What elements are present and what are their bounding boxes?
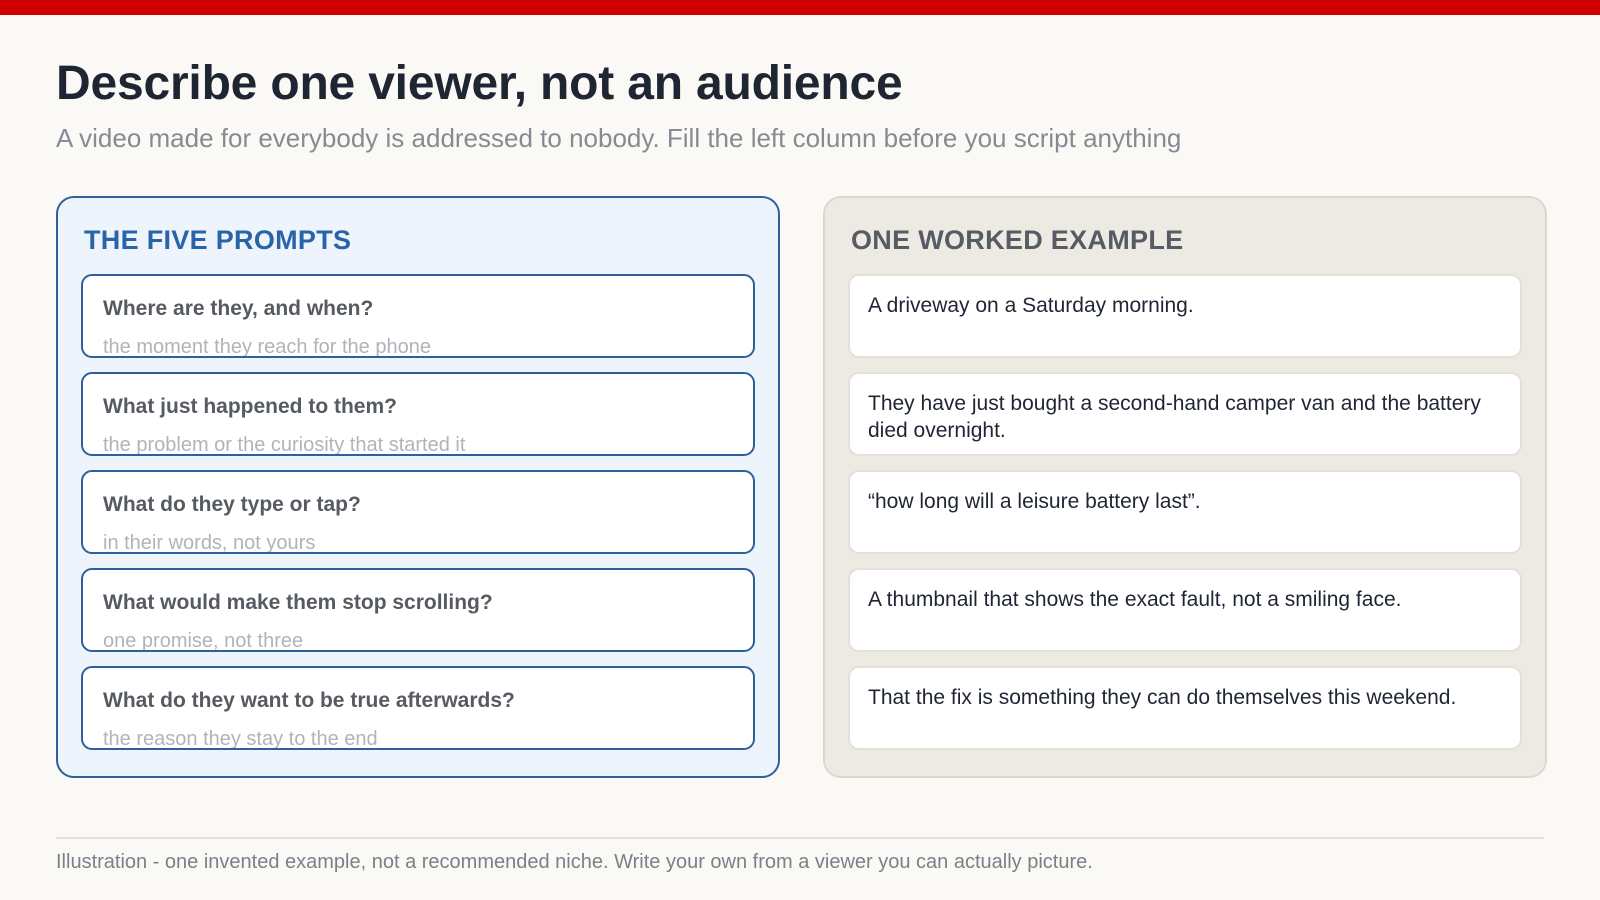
prompts-panel-heading: THE FIVE PROMPTS (84, 225, 352, 255)
footer-divider (56, 837, 1544, 839)
example-text: That the fix is something they can do th… (868, 686, 1457, 709)
example-text: They have just bought a second-hand camp… (868, 392, 1481, 442)
prompt-card: What would make them stop scrolling? one… (81, 568, 755, 652)
example-panel-heading: ONE WORKED EXAMPLE (851, 225, 1184, 255)
example-panel: ONE WORKED EXAMPLE A driveway on a Satur… (823, 196, 1547, 778)
example-card: “how long will a leisure battery last”. (848, 470, 1522, 554)
prompt-question: What do they want to be true afterwards? (103, 689, 515, 712)
prompt-card: What do they want to be true afterwards?… (81, 666, 755, 750)
example-text: A driveway on a Saturday morning. (868, 294, 1194, 317)
example-card: A driveway on a Saturday morning. (848, 274, 1522, 358)
example-card: A thumbnail that shows the exact fault, … (848, 568, 1522, 652)
prompt-hint: one promise, not three (103, 630, 304, 652)
footer-note: Illustration - one invented example, not… (56, 851, 1093, 873)
prompt-hint: in their words, not yours (103, 532, 316, 554)
prompt-hint: the reason they stay to the end (103, 728, 378, 750)
example-text: A thumbnail that shows the exact fault, … (868, 588, 1402, 611)
prompt-question: Where are they, and when? (103, 297, 374, 320)
prompt-hint: the problem or the curiosity that starte… (103, 434, 466, 456)
prompt-hint: the moment they reach for the phone (103, 336, 431, 358)
prompt-question: What do they type or tap? (103, 493, 361, 516)
example-card: They have just bought a second-hand camp… (848, 372, 1522, 456)
page-subtitle: A video made for everybody is addressed … (56, 123, 1182, 153)
prompt-card: Where are they, and when? the moment the… (81, 274, 755, 358)
example-text: “how long will a leisure battery last”. (868, 490, 1201, 513)
top-accent-bar (0, 0, 1600, 15)
page-title: Describe one viewer, not an audience (56, 57, 903, 110)
prompt-question: What would make them stop scrolling? (103, 591, 493, 614)
prompt-list: Where are they, and when? the moment the… (81, 274, 755, 750)
example-card: That the fix is something they can do th… (848, 666, 1522, 750)
prompts-panel: THE FIVE PROMPTS Where are they, and whe… (56, 196, 780, 778)
prompt-question: What just happened to them? (103, 395, 397, 418)
prompt-card: What just happened to them? the problem … (81, 372, 755, 456)
example-list: A driveway on a Saturday morning. They h… (848, 274, 1522, 750)
prompt-card: What do they type or tap? in their words… (81, 470, 755, 554)
